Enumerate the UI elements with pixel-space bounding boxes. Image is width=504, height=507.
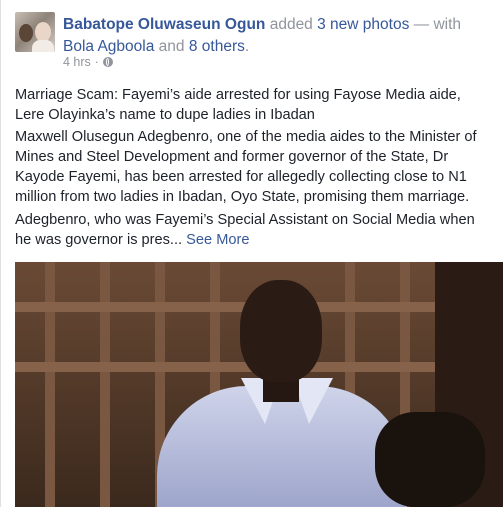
post-paragraph-body: Maxwell Olusegun Adegbenro, one of the m… [15, 129, 477, 205]
photo-shirt [157, 386, 407, 507]
avatar-person-2-body [32, 40, 54, 52]
photo-bar [100, 262, 110, 507]
photo-bar [45, 262, 55, 507]
others-link[interactable]: 8 others [189, 38, 245, 55]
photos-link[interactable]: 3 new photos [317, 16, 409, 33]
post-photo[interactable] [15, 262, 503, 507]
post-timestamp[interactable]: 4 hrs [63, 55, 91, 69]
with-text: — with [413, 16, 462, 33]
author-name-link[interactable]: Babatope Oluwaseun Ogun [63, 16, 265, 33]
tagged-person-link[interactable]: Bola Agboola [63, 38, 154, 55]
and-text: and [158, 38, 185, 55]
globe-icon[interactable] [102, 57, 113, 67]
meta-separator: · [94, 55, 99, 69]
avatar-person-1 [19, 24, 33, 42]
photo-collar-right [293, 378, 333, 424]
post-paragraph-headline: Marriage Scam: Fayemi’s aide arrested fo… [15, 87, 461, 123]
see-more-link[interactable]: See More [186, 232, 249, 248]
action-text: added [269, 16, 313, 33]
post-header: Babatope Oluwaseun Ogun added 3 new phot… [63, 14, 493, 58]
photo-arm [375, 412, 485, 507]
author-avatar[interactable] [15, 12, 55, 52]
post-paragraph-truncated: Adegbenro, who was Fayemi’s Special Assi… [15, 210, 491, 250]
avatar-person-2 [35, 22, 51, 42]
photo-head [240, 280, 322, 382]
header-period: . [244, 38, 250, 55]
post-meta: 4 hrs · [63, 55, 113, 69]
feed-post: Babatope Oluwaseun Ogun added 3 new phot… [0, 0, 504, 507]
